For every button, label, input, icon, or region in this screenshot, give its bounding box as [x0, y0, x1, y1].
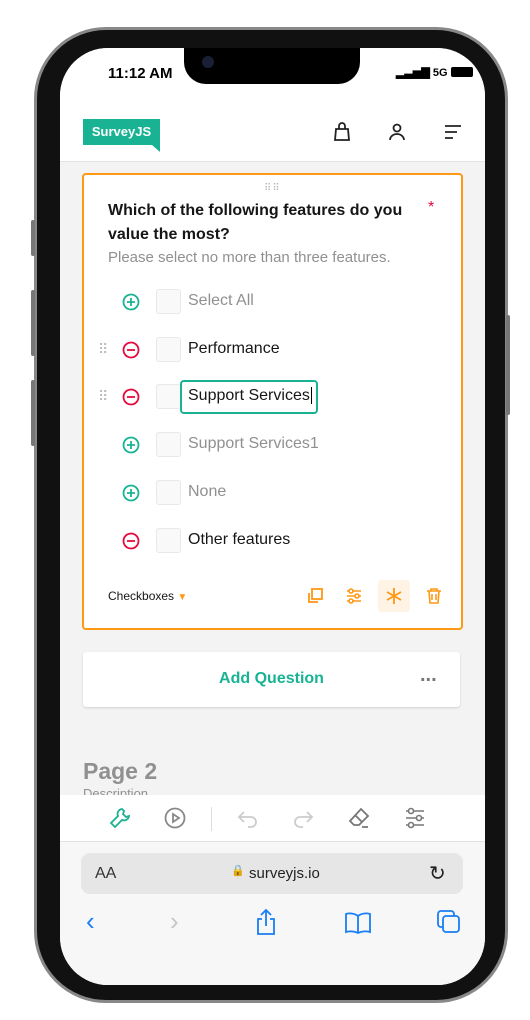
power-button	[506, 315, 510, 415]
bookmarks-icon[interactable]	[345, 912, 371, 934]
volume-down-button	[31, 380, 35, 446]
choice-item[interactable]: Support Services1	[84, 430, 464, 460]
checkbox[interactable]	[156, 289, 181, 314]
logo[interactable]: SurveyJS	[83, 119, 160, 152]
browser-bar: AA 🔒 surveyjs.io ↻ ‹ ›	[60, 842, 485, 985]
user-icon[interactable]	[385, 120, 409, 144]
checkbox[interactable]	[156, 480, 181, 505]
site-header: SurveyJS	[60, 100, 485, 162]
volume-up-button	[31, 290, 35, 356]
choice-label[interactable]: Select All	[188, 292, 254, 310]
drag-handle-icon[interactable]: ⠿	[98, 388, 108, 405]
choice-item[interactable]: ⠿ Performance	[84, 335, 464, 365]
back-icon[interactable]: ‹	[86, 906, 95, 937]
text-size-button[interactable]: AA	[95, 865, 116, 883]
clear-icon[interactable]	[347, 806, 371, 830]
add-question-button[interactable]: Add Question ...	[83, 652, 460, 707]
redo-icon[interactable]	[291, 806, 315, 830]
settings-icon[interactable]	[345, 587, 363, 605]
remove-choice-icon[interactable]	[122, 388, 140, 406]
reload-icon[interactable]: ↻	[429, 861, 446, 886]
notch	[184, 48, 360, 84]
required-toggle[interactable]	[378, 580, 410, 612]
choice-label[interactable]: Performance	[188, 340, 280, 358]
bag-icon[interactable]	[330, 120, 354, 144]
add-choice-icon[interactable]	[122, 436, 140, 454]
question-type-dropdown[interactable]: Checkboxes ▼	[108, 589, 187, 603]
remove-choice-icon[interactable]	[122, 532, 140, 550]
undo-icon[interactable]	[236, 806, 260, 830]
drag-handle-icon[interactable]: ⠿⠿	[264, 183, 281, 194]
forward-icon[interactable]: ›	[170, 906, 179, 937]
page-title[interactable]: Page 2	[83, 758, 157, 785]
choice-item[interactable]: Select All	[84, 287, 464, 317]
choice-label: Support Services	[188, 387, 310, 404]
question-description[interactable]: Please select no more than three feature…	[108, 249, 391, 266]
question-card[interactable]: ⠿⠿ Which of the following features do yo…	[82, 173, 463, 630]
settings-icon[interactable]	[403, 806, 427, 830]
address-bar[interactable]: AA 🔒 surveyjs.io ↻	[81, 853, 463, 894]
mute-switch	[31, 220, 35, 256]
tabs-icon[interactable]	[437, 910, 461, 934]
designer-icon[interactable]	[108, 806, 132, 830]
choice-label[interactable]: Support Services1	[188, 435, 319, 453]
question-title[interactable]: Which of the following features do you v…	[108, 199, 418, 247]
add-question-label: Add Question	[219, 670, 324, 687]
share-icon[interactable]	[254, 908, 278, 936]
network-type: 5G	[432, 67, 448, 79]
choice-item[interactable]: Other features	[84, 526, 464, 556]
choice-item[interactable]: ⠿ Support Services	[84, 380, 464, 414]
signal-indicator: ▂▃▅▇ 5G	[396, 66, 473, 79]
preview-icon[interactable]	[163, 806, 187, 830]
required-marker: *	[428, 199, 435, 216]
menu-icon[interactable]	[441, 120, 465, 144]
choice-text-editor[interactable]: Support Services	[180, 380, 318, 414]
delete-icon[interactable]	[425, 587, 443, 605]
choice-label[interactable]: Other features	[188, 531, 290, 549]
more-options-icon[interactable]: ...	[420, 664, 437, 687]
battery-icon	[450, 67, 473, 77]
checkbox[interactable]	[156, 384, 181, 409]
screen: 11:12 AM ▂▃▅▇ 5G SurveyJS ⠿⠿ Which of th…	[60, 48, 485, 985]
url-text[interactable]: surveyjs.io	[249, 865, 320, 882]
checkbox[interactable]	[156, 528, 181, 553]
chevron-down-icon: ▼	[177, 592, 188, 603]
question-type-label: Checkboxes	[108, 589, 175, 603]
checkbox[interactable]	[156, 432, 181, 457]
clock: 11:12 AM	[108, 65, 173, 82]
toolbar-divider	[211, 807, 212, 831]
required-icon	[386, 588, 402, 604]
duplicate-icon[interactable]	[306, 587, 324, 605]
remove-choice-icon[interactable]	[122, 341, 140, 359]
drag-handle-icon[interactable]: ⠿	[98, 341, 108, 358]
signal-bars-icon: ▂▃▅▇	[396, 67, 430, 79]
choice-label[interactable]: None	[188, 483, 226, 501]
lock-icon: 🔒	[231, 865, 245, 877]
creator-toolbar	[60, 795, 485, 842]
add-choice-icon[interactable]	[122, 484, 140, 502]
add-choice-icon[interactable]	[122, 293, 140, 311]
choice-item[interactable]: None	[84, 478, 464, 508]
checkbox[interactable]	[156, 337, 181, 362]
